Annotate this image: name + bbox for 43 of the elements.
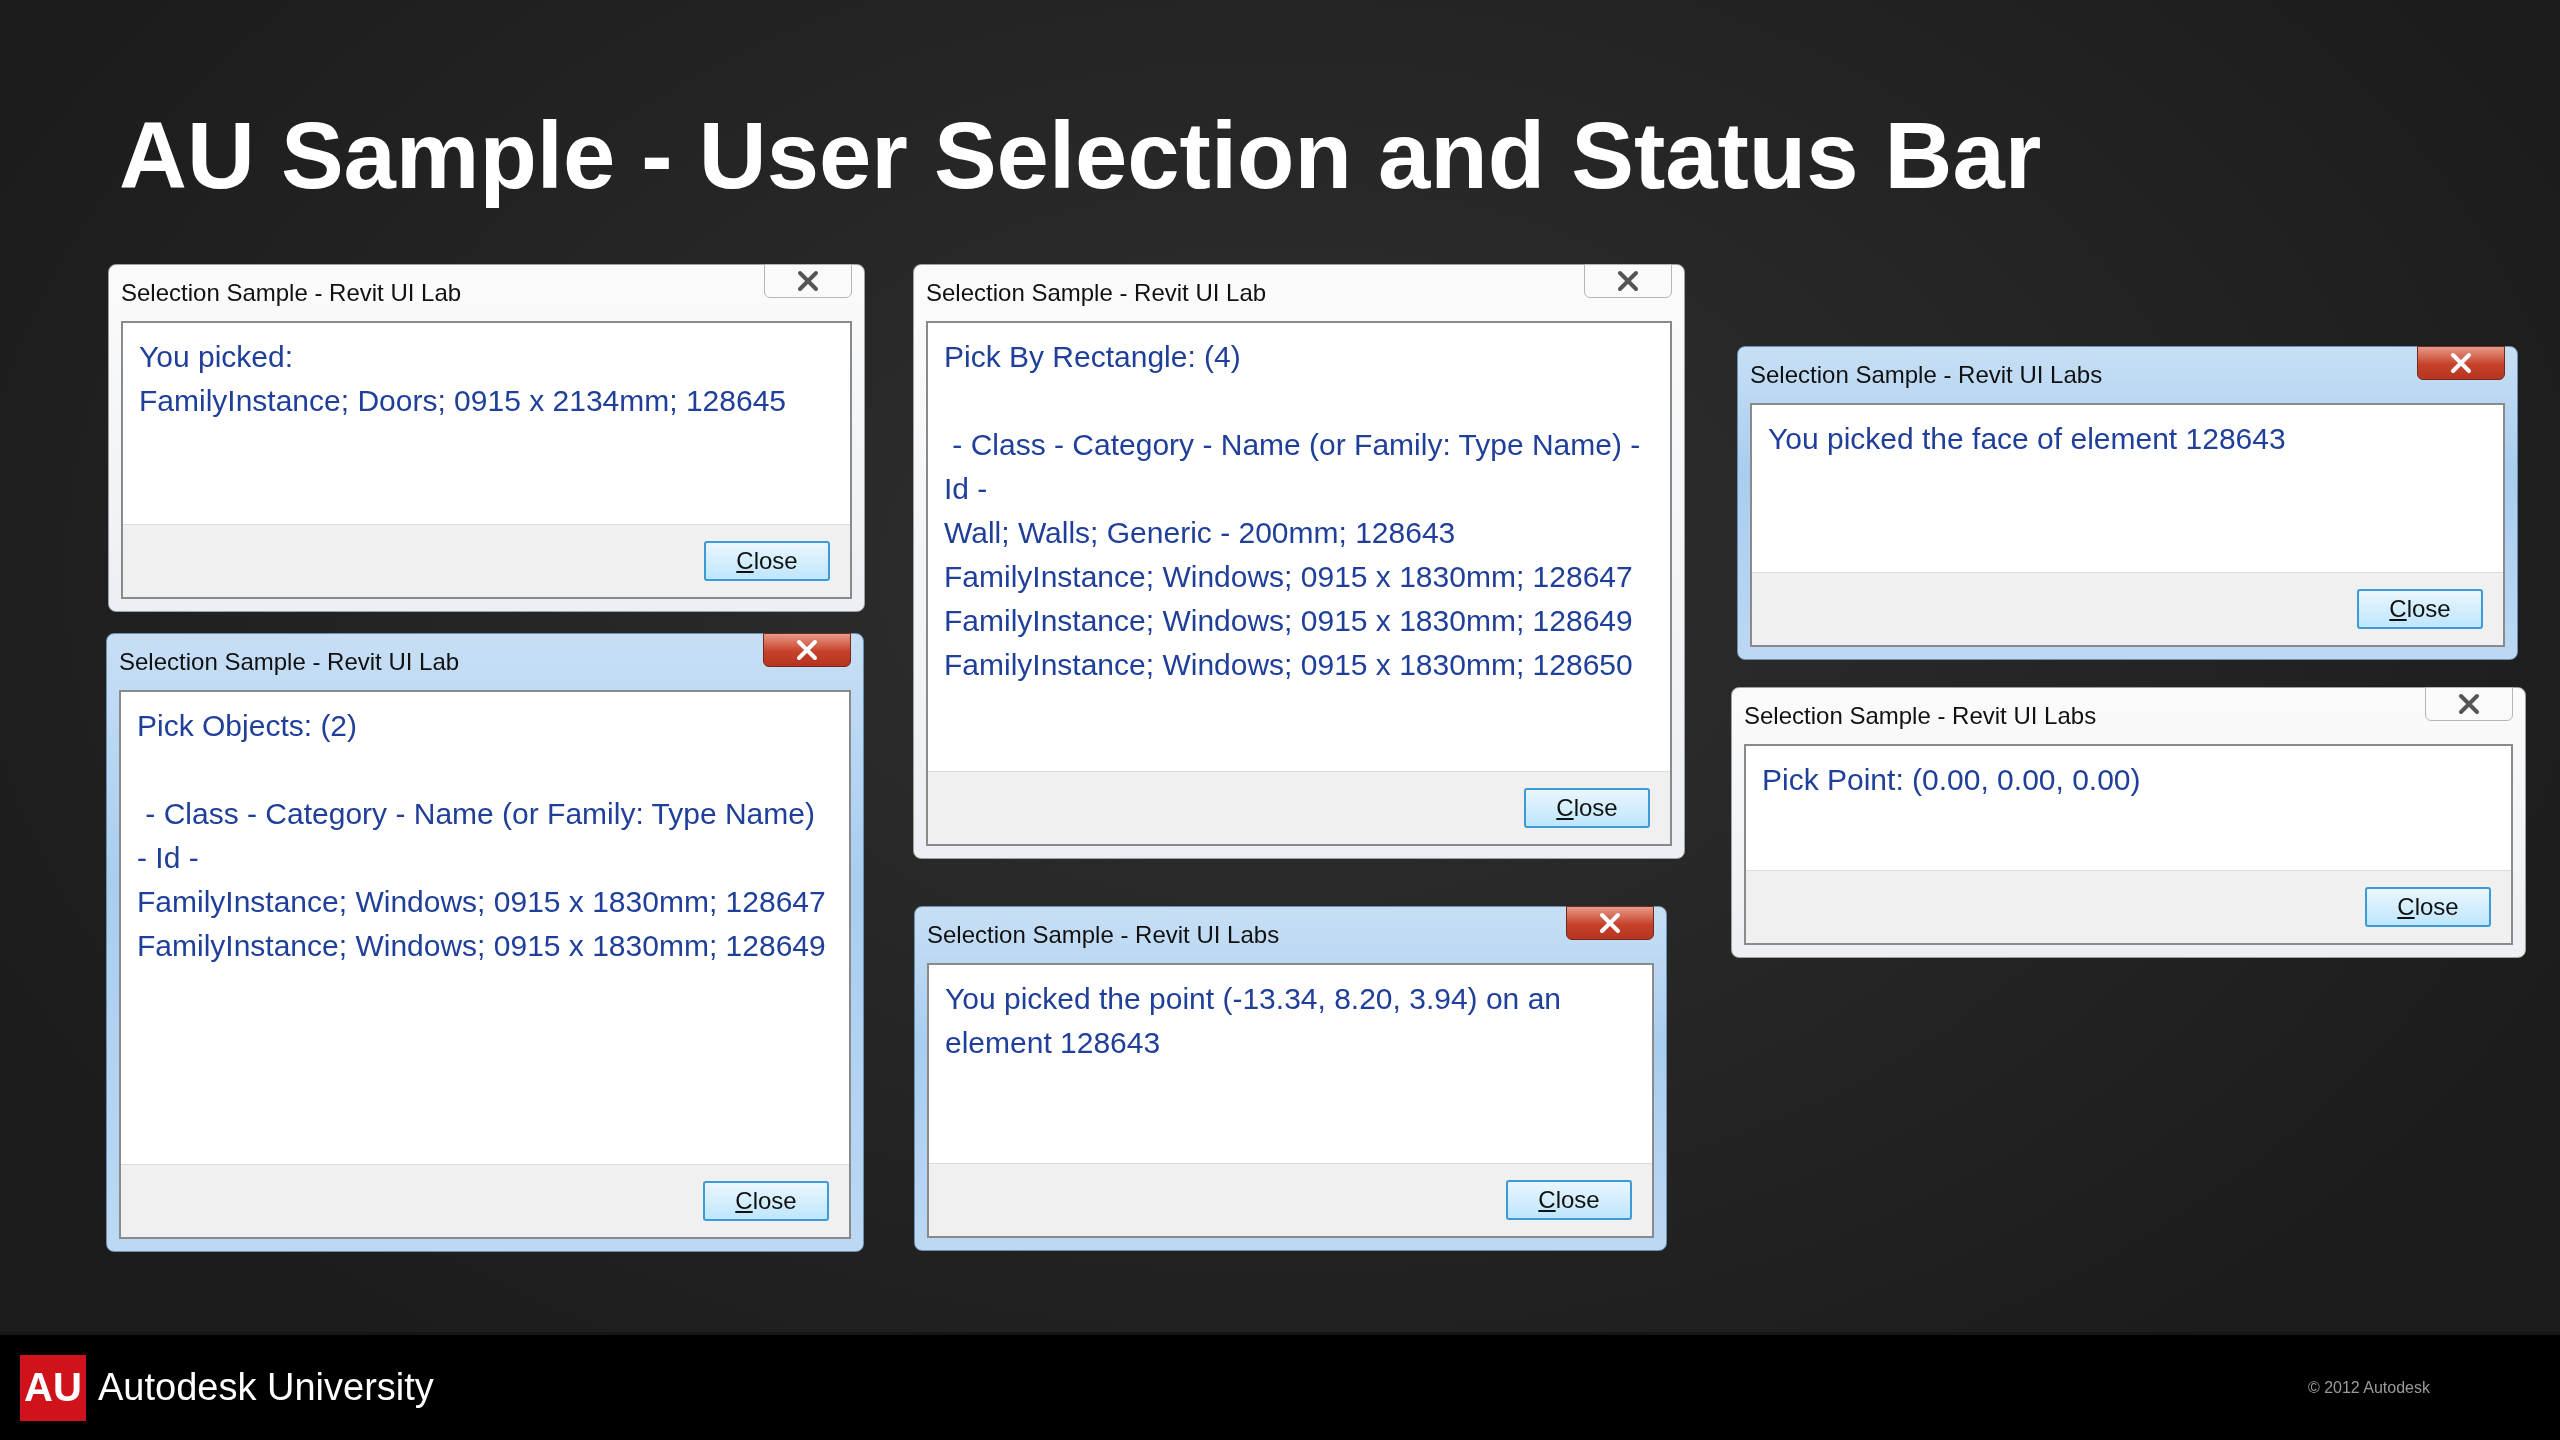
- window-title: Selection Sample - Revit UI Labs: [1750, 361, 2104, 389]
- window-title: Selection Sample - Revit UI Lab: [119, 648, 461, 676]
- close-icon: [2448, 352, 2474, 374]
- window-title: Selection Sample - Revit UI Labs: [1744, 702, 2098, 730]
- message-text: You picked the face of element 128643: [1768, 421, 2287, 457]
- message-text: You picked:: [139, 339, 294, 375]
- message-text: Pick By Rectangle: (4): [944, 339, 1242, 375]
- close-button[interactable]: Close: [2357, 589, 2483, 629]
- close-button[interactable]: Close: [704, 541, 830, 581]
- message-text: - Class - Category - Name (or Family: Type Name) - Id -: [944, 427, 1642, 507]
- close-window-button[interactable]: [1566, 906, 1654, 940]
- close-window-button[interactable]: [2425, 687, 2513, 721]
- message-text: You picked the point (-13.34, 8.20, 3.94) on an element 128643: [945, 981, 1562, 1061]
- close-icon: [794, 639, 820, 661]
- close-icon: [795, 270, 821, 292]
- message-text: FamilyInstance; Windows; 0915 x 1830mm; 128649: [137, 928, 827, 964]
- message-text: FamilyInstance; Windows; 0915 x 1830mm; 128649: [944, 603, 1634, 639]
- close-icon: [1597, 912, 1623, 934]
- close-window-button[interactable]: [764, 264, 852, 298]
- message-text: Pick Objects: (2): [137, 708, 359, 744]
- close-button[interactable]: Close: [703, 1181, 829, 1221]
- message-text: FamilyInstance; Windows; 0915 x 1830mm; 128647: [944, 559, 1634, 595]
- message-text: FamilyInstance; Windows; 0915 x 1830mm; 128650: [944, 647, 1634, 683]
- close-window-button[interactable]: [1584, 264, 1672, 298]
- message-text: Pick Point: (0.00, 0.00, 0.00): [1762, 762, 2142, 798]
- close-icon: [1615, 270, 1641, 292]
- message-text: FamilyInstance; Doors; 0915 x 2134mm; 128645: [139, 383, 787, 419]
- close-button[interactable]: Close: [1524, 788, 1650, 828]
- window-title: Selection Sample - Revit UI Lab: [926, 279, 1268, 307]
- message-text: FamilyInstance; Windows; 0915 x 1830mm; 128647: [137, 884, 827, 920]
- slide-title: AU Sample - User Selection and Status Bar: [118, 102, 2042, 210]
- message-text: Wall; Walls; Generic - 200mm; 128643: [944, 515, 1457, 551]
- close-window-button[interactable]: [763, 633, 851, 667]
- brand-name: Autodesk University: [98, 1366, 435, 1409]
- window-title: Selection Sample - Revit UI Labs: [927, 921, 1281, 949]
- close-button[interactable]: Close: [1506, 1180, 1632, 1220]
- close-icon: [2456, 693, 2482, 715]
- message-text: - Class - Category - Name (or Family: Type Name) - Id -: [137, 796, 816, 876]
- brand-logo: AU: [20, 1354, 86, 1421]
- copyright-text: © 2012 Autodesk: [2307, 1378, 2430, 1397]
- close-button[interactable]: Close: [2365, 887, 2491, 927]
- close-window-button[interactable]: [2417, 346, 2505, 380]
- window-title: Selection Sample - Revit UI Lab: [121, 279, 463, 307]
